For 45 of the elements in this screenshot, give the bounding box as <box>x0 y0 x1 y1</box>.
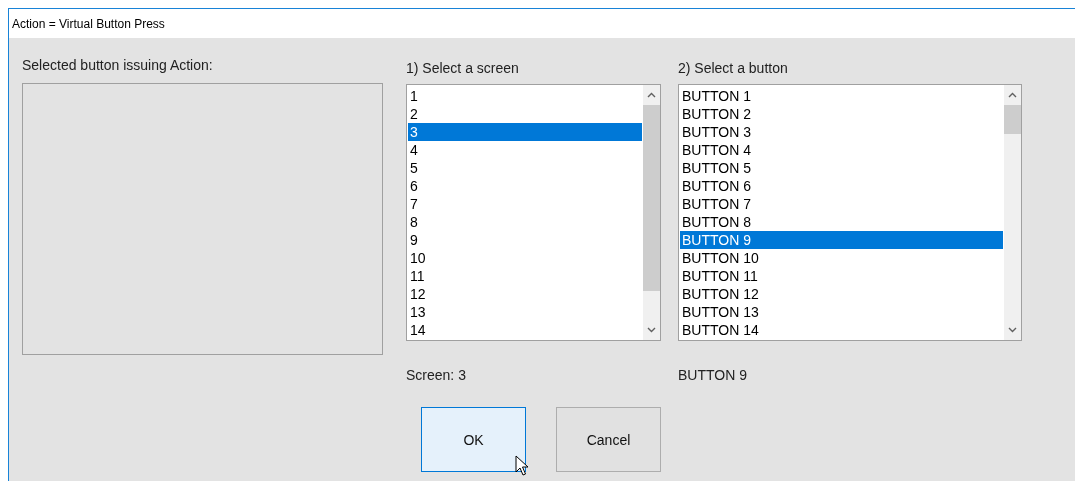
scroll-down-icon[interactable] <box>1008 327 1017 333</box>
screen-caption: Screen: 3 <box>406 367 466 383</box>
ok-button[interactable]: OK <box>421 407 526 472</box>
list-item[interactable]: BUTTON 4 <box>680 141 1003 159</box>
scroll-up-icon[interactable] <box>647 92 656 98</box>
list-item[interactable]: 4 <box>408 141 642 159</box>
list-item[interactable]: 13 <box>408 303 642 321</box>
list-item[interactable]: 3 <box>408 123 642 141</box>
window-title: Action = Virtual Button Press <box>12 16 165 31</box>
list-item[interactable]: BUTTON 5 <box>680 159 1003 177</box>
list-label: 2) Select a button <box>678 60 788 76</box>
list-item[interactable]: BUTTON 9 <box>680 231 1003 249</box>
cursor-icon <box>515 455 529 477</box>
list-box[interactable]: BUTTON 1 BUTTON 2 BUTTON 3 BUTTON 4 BUTTON 5 BUTTON 6 BUTTON 7 BUTTON 8 BUTTON 9 BUTTON 10 BUTTON 11 BUTTON 12 BUTTON 13 BUTTON 14 <box>678 84 1022 341</box>
list-item[interactable]: BUTTON 6 <box>680 177 1003 195</box>
list-item[interactable]: 11 <box>408 267 642 285</box>
panel-label: Selected button issuing Action: <box>22 57 213 73</box>
list-item[interactable]: 1 <box>408 87 642 105</box>
cancel-button[interactable]: Cancel <box>556 407 661 472</box>
list-item[interactable]: BUTTON 11 <box>680 267 1003 285</box>
list-label: 1) Select a screen <box>406 60 519 76</box>
list-box[interactable]: 1 2 3 4 5 6 7 8 9 10 11 12 13 14 <box>406 84 661 341</box>
list-item[interactable]: BUTTON 2 <box>680 105 1003 123</box>
list-item[interactable]: BUTTON 10 <box>680 249 1003 267</box>
scroll-down-icon[interactable] <box>647 327 656 333</box>
list-item[interactable]: 8 <box>408 213 642 231</box>
scroll-thumb[interactable] <box>643 105 660 291</box>
list-item[interactable]: BUTTON 12 <box>680 285 1003 303</box>
list-item[interactable]: 7 <box>408 195 642 213</box>
list-item[interactable]: BUTTON 13 <box>680 303 1003 321</box>
list-item[interactable]: 14 <box>408 321 642 339</box>
list-item[interactable]: 12 <box>408 285 642 303</box>
list-item[interactable]: 10 <box>408 249 642 267</box>
list-item[interactable]: BUTTON 3 <box>680 123 1003 141</box>
list-item[interactable]: 2 <box>408 105 642 123</box>
scroll-thumb[interactable] <box>1004 105 1021 134</box>
list-item[interactable]: BUTTON 7 <box>680 195 1003 213</box>
list-item[interactable]: BUTTON 8 <box>680 213 1003 231</box>
list-item[interactable]: BUTTON 1 <box>680 87 1003 105</box>
list-item[interactable]: BUTTON 14 <box>680 321 1003 339</box>
button-caption: BUTTON 9 <box>678 367 747 383</box>
list-item[interactable]: 9 <box>408 231 642 249</box>
list-item[interactable]: 5 <box>408 159 642 177</box>
scroll-up-icon[interactable] <box>1008 92 1017 98</box>
list-item[interactable]: 6 <box>408 177 642 195</box>
